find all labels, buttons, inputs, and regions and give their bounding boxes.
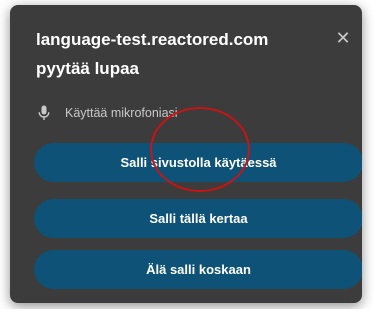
never-allow-button[interactable]: Älä salli koskaan xyxy=(34,250,362,289)
permission-row: Käyttää mikrofoniasi xyxy=(38,104,178,122)
never-allow-label: Älä salli koskaan xyxy=(146,262,251,277)
dialog-title-request: pyytää lupaa xyxy=(36,59,139,78)
allow-this-time-button[interactable]: Salli tällä kertaa xyxy=(34,199,362,238)
close-icon: ✕ xyxy=(335,27,351,48)
allow-while-visiting-label: Salli sivustolla käytäessä xyxy=(120,155,277,170)
allow-while-visiting-button[interactable]: Salli sivustolla käytäessä xyxy=(34,143,362,182)
allow-this-time-label: Salli tällä kertaa xyxy=(149,211,248,226)
permission-label: Käyttää mikrofoniasi xyxy=(65,106,178,120)
dialog-title-origin: language-test.reactored.com xyxy=(36,30,269,49)
dialog-title: language-test.reactored.com pyytää lupaa xyxy=(36,25,326,83)
microphone-icon xyxy=(38,105,50,121)
close-button[interactable]: ✕ xyxy=(328,23,358,53)
permission-dialog: language-test.reactored.com pyytää lupaa… xyxy=(10,5,362,303)
